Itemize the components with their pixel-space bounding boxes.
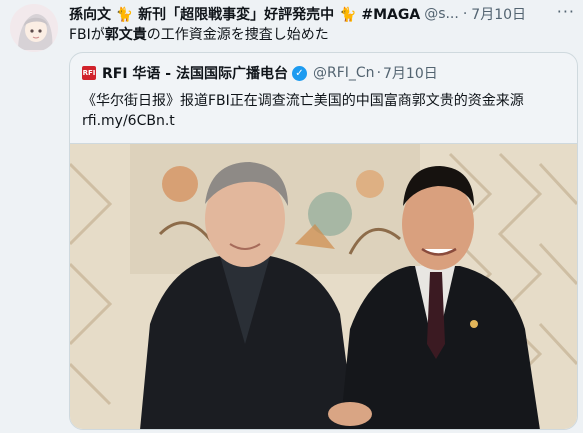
more-options-icon[interactable]: ··· [557, 2, 575, 21]
separator-dot: · [462, 6, 468, 22]
verified-badge-icon: ✓ [292, 65, 307, 81]
rfi-logo-icon: RFI [82, 66, 96, 80]
author-handle[interactable]: @s... [424, 6, 459, 22]
quoted-tweet-header: RFI RFI 华语 - 法国国际广播电台 ✓ @RFI_Cn · 7月10日 [82, 63, 438, 83]
quoted-tweet-text: 《华尔街日报》报道FBI正在调查流亡美国的中国富商郭文贵的资金来源 rfi.my… [82, 91, 562, 131]
quoted-photo[interactable] [70, 143, 577, 429]
quoted-tweet-date: 7月10日 [383, 66, 438, 82]
quoted-text-body: 《华尔街日报》报道FBI正在调查流亡美国的中国富商郭文贵的资金来源 [82, 93, 524, 109]
tweet-text-prefix: FBIが [69, 27, 105, 43]
author-name[interactable]: 孫向文 🐈 新刊「超限戦事変」好評発売中 🐈 #MAGA [69, 4, 420, 24]
avatar[interactable] [10, 4, 58, 52]
tweet-text-bold: 郭文貴 [104, 27, 147, 43]
separator-dot: · [376, 65, 382, 81]
tweet-date[interactable]: 7月10日 [471, 4, 526, 24]
quoted-author-handle: @RFI_Cn [313, 65, 375, 81]
quoted-tweet[interactable]: RFI RFI 华语 - 法国国际广播电台 ✓ @RFI_Cn · 7月10日 … [69, 52, 578, 430]
tweet-text-suffix: の工作資金源を捜査し始めた [146, 27, 329, 43]
tweet[interactable]: 孫向文 🐈 新刊「超限戦事変」好評発売中 🐈 #MAGA @s... · 7月1… [0, 0, 583, 433]
avatar-image [10, 4, 58, 52]
tweet-text: FBIが郭文貴の工作資金源を捜査し始めた [69, 24, 329, 44]
quoted-author-name: RFI 华语 - 法国国际广播电台 [102, 66, 288, 82]
tweet-header: 孫向文 🐈 新刊「超限戦事変」好評発売中 🐈 #MAGA @s... · 7月1… [69, 2, 575, 24]
photo-image [70, 144, 577, 429]
quoted-link[interactable]: rfi.my/6CBn.t [82, 111, 562, 131]
